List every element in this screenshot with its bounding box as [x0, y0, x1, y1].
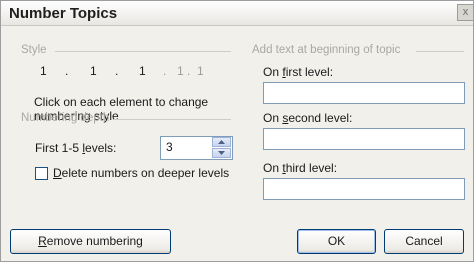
- level-4-number-element[interactable]: 1: [177, 64, 184, 78]
- level-3-number-element[interactable]: 1: [139, 64, 146, 78]
- arrow-up-icon: [218, 140, 225, 144]
- delete-deeper-levels-checkbox[interactable]: [35, 167, 48, 180]
- level-5-number-element[interactable]: 1: [197, 64, 204, 78]
- first-level-text-input[interactable]: [263, 82, 465, 104]
- separator-3-element[interactable]: .: [163, 64, 166, 78]
- levels-label: First 1-5 levels:: [35, 141, 117, 155]
- text-section-label: Add text at beginning of topic: [252, 44, 401, 56]
- arrow-down-icon: [218, 151, 225, 155]
- separator-4-element[interactable]: .: [187, 64, 190, 78]
- cancel-button[interactable]: Cancel: [384, 229, 464, 254]
- levels-spinner: [212, 137, 231, 158]
- second-level-label: On second level:: [263, 111, 353, 125]
- style-divider: [55, 51, 231, 52]
- second-level-text-input[interactable]: [263, 128, 465, 150]
- separator-2-element[interactable]: .: [115, 64, 118, 78]
- depth-section-label: Numbering depth: [21, 112, 110, 124]
- ok-button[interactable]: OK: [297, 229, 376, 254]
- dialog-title: Number Topics: [9, 5, 118, 22]
- depth-divider: [114, 119, 231, 120]
- delete-deeper-levels-label: Delete numbers on deeper levels: [53, 166, 230, 180]
- separator-1-element[interactable]: .: [65, 64, 68, 78]
- text-divider: [416, 51, 464, 52]
- style-section-label: Style: [21, 44, 47, 56]
- level-1-number-element[interactable]: 1: [40, 64, 47, 78]
- number-topics-dialog: Number Topics x Style 1 . 1 . 1 . 1 . 1 …: [0, 0, 474, 262]
- level-2-number-element[interactable]: 1: [90, 64, 97, 78]
- first-level-label: On first level:: [263, 65, 334, 79]
- third-level-text-input[interactable]: [263, 178, 465, 200]
- title-bar: Number Topics x: [1, 1, 473, 26]
- third-level-label: On third level:: [263, 161, 338, 175]
- spinner-down-button[interactable]: [212, 148, 231, 158]
- close-icon[interactable]: x: [457, 4, 473, 21]
- remove-numbering-button[interactable]: Remove numbering: [10, 229, 171, 254]
- spinner-up-button[interactable]: [212, 137, 231, 147]
